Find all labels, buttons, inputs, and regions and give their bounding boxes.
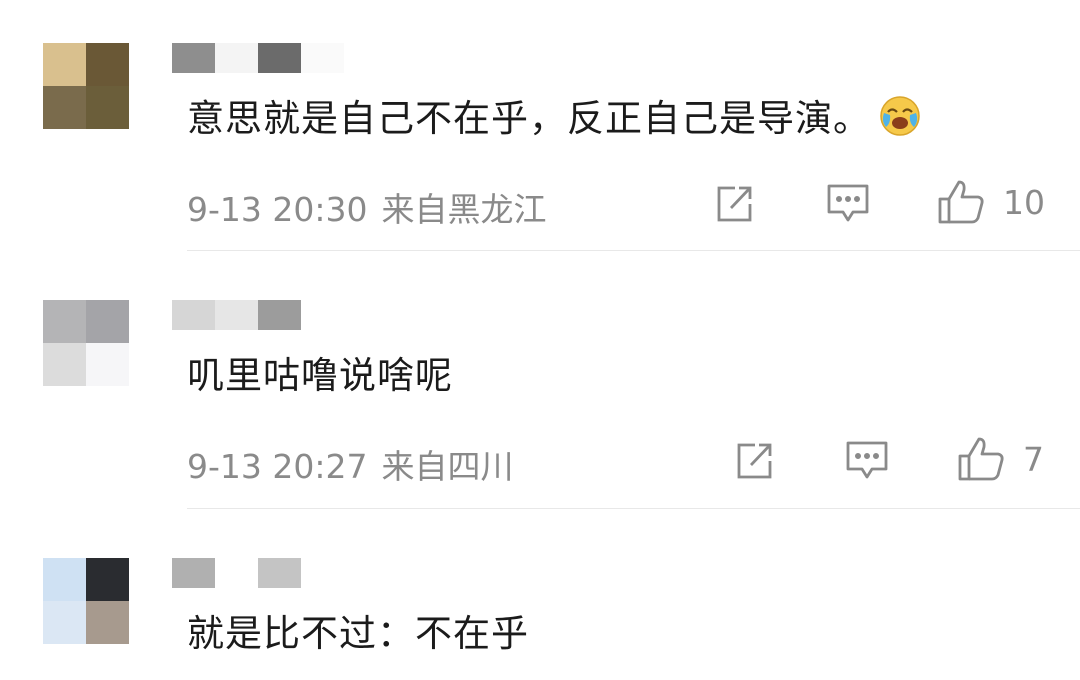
laugh-cry-icon — [879, 95, 921, 137]
username-redacted[interactable] — [172, 43, 344, 73]
thumbs-up-icon — [957, 436, 1005, 482]
like-button[interactable]: 10 — [937, 179, 1045, 225]
comment-button[interactable] — [845, 440, 889, 482]
comment-icon — [845, 440, 889, 482]
comment-text: 就是比不过：不在乎 — [187, 610, 529, 658]
username-redacted[interactable] — [172, 558, 301, 588]
avatar[interactable] — [43, 43, 129, 129]
comment-meta: 9-13 20:30 来自黑龙江 — [187, 183, 547, 231]
comment-text-content: 叽里咕噜说啥呢 — [187, 354, 453, 397]
divider — [187, 508, 1080, 509]
avatar[interactable] — [43, 300, 129, 386]
thumbs-up-icon — [937, 179, 985, 225]
comment-item: 就是比不过：不在乎 — [0, 558, 1080, 680]
comment-time: 9-13 20:27 — [187, 447, 368, 486]
comment-time: 9-13 20:30 — [187, 190, 368, 229]
username-redacted[interactable] — [172, 300, 301, 330]
share-button[interactable] — [713, 183, 755, 225]
comment-text: 叽里咕噜说啥呢 — [187, 352, 453, 400]
comment-item: 意思就是自己不在乎，反正自己是导演。 9-13 20:30 来自黑龙江 10 — [0, 43, 1080, 253]
avatar[interactable] — [43, 558, 129, 644]
share-icon — [713, 183, 755, 225]
like-count: 10 — [1003, 182, 1045, 222]
comment-text-content: 就是比不过：不在乎 — [187, 612, 529, 655]
comment-item: 叽里咕噜说啥呢 9-13 20:27 来自四川 7 — [0, 300, 1080, 510]
share-icon — [733, 440, 775, 482]
comment-location: 来自黑龙江 — [381, 190, 547, 229]
comment-location: 来自四川 — [381, 447, 514, 486]
comment-text-content: 意思就是自己不在乎，反正自己是导演。 — [187, 97, 871, 140]
comment-icon — [826, 183, 870, 225]
share-button[interactable] — [733, 440, 775, 482]
comment-button[interactable] — [826, 183, 870, 225]
like-button[interactable]: 7 — [957, 436, 1044, 482]
comment-text: 意思就是自己不在乎，反正自己是导演。 — [187, 95, 921, 143]
divider — [187, 250, 1080, 251]
like-count: 7 — [1023, 439, 1044, 479]
comment-meta: 9-13 20:27 来自四川 — [187, 440, 514, 488]
